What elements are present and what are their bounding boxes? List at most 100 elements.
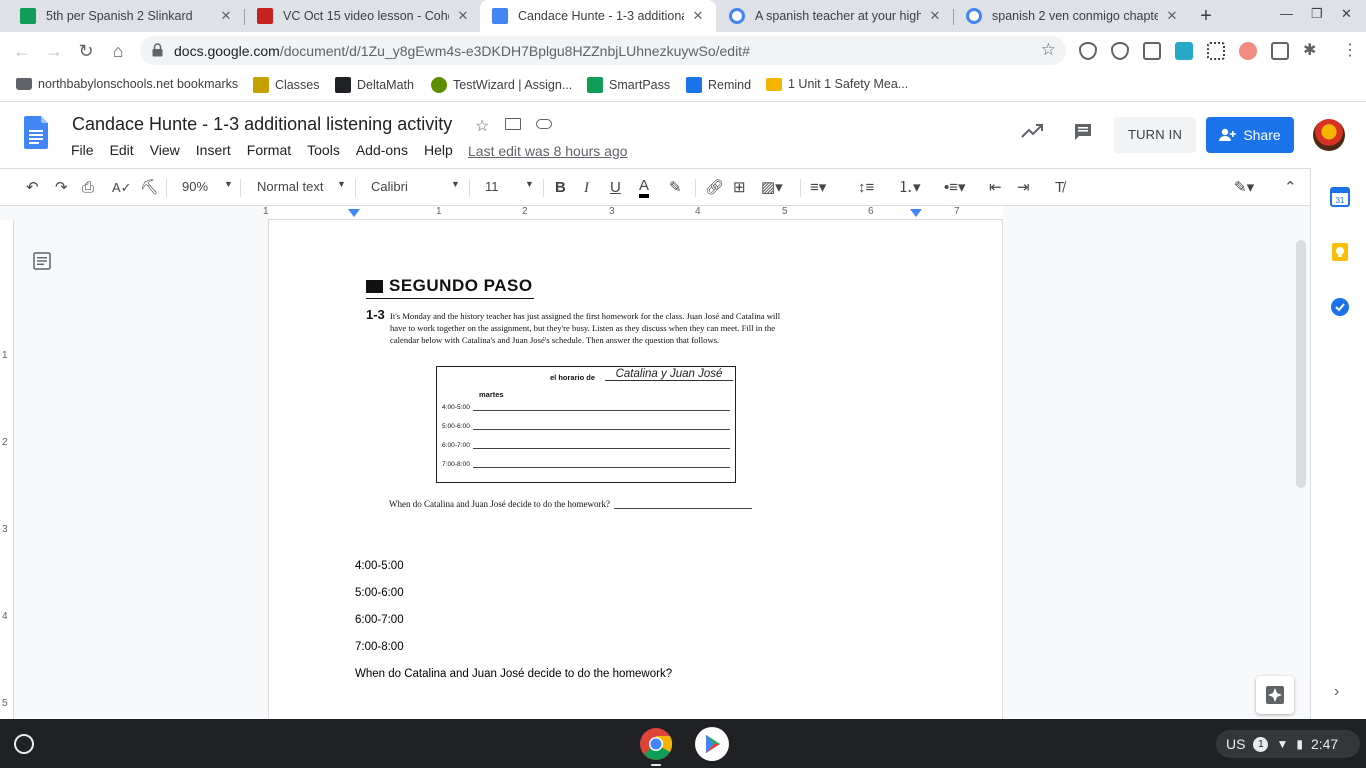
vertical-scrollbar[interactable] — [1296, 240, 1306, 488]
tab-search-teacher[interactable]: A spanish teacher at your high ✕ — [717, 0, 953, 32]
activity-trend-icon[interactable] — [1021, 124, 1043, 138]
close-window-icon[interactable]: ✕ — [1341, 6, 1352, 22]
browser-menu-icon[interactable]: ⋮ — [1342, 42, 1360, 60]
menu-edit[interactable]: Edit — [102, 142, 142, 158]
menu-help[interactable]: Help — [416, 142, 461, 158]
status-tray[interactable]: US 1 ▼ ▮ 2:47 — [1216, 730, 1360, 758]
keep-lightbulb-icon[interactable] — [1330, 242, 1350, 262]
chrome-icon[interactable] — [639, 727, 673, 761]
cast-icon[interactable] — [1143, 42, 1161, 60]
bookmark-classes[interactable]: Classes — [253, 77, 319, 93]
extension-cloud-icon[interactable] — [1175, 42, 1193, 60]
restore-icon[interactable]: ❐ — [1311, 6, 1323, 22]
last-edit-link[interactable]: Last edit was 8 hours ago — [468, 143, 628, 159]
left-indent-marker[interactable] — [348, 209, 360, 217]
share-button[interactable]: Share — [1206, 117, 1294, 153]
paragraph-style-select[interactable]: Normal text ▼ — [257, 179, 347, 194]
doc-line-question[interactable]: When do Catalina and Juan José decide to… — [355, 668, 672, 680]
line-spacing-icon[interactable]: ↕≡ — [858, 178, 874, 198]
bookmark-deltamath[interactable]: DeltaMath — [335, 77, 414, 93]
doc-line-slot-4[interactable]: 7:00-8:00 — [355, 641, 404, 653]
increase-indent-icon[interactable]: ⇥ — [1017, 178, 1030, 198]
clear-formatting-icon[interactable]: T̸ — [1055, 178, 1064, 198]
close-icon[interactable]: ✕ — [455, 8, 471, 24]
bookmark-folder-northbabylon[interactable]: northbabylonschools.net bookmarks — [16, 77, 238, 91]
play-store-icon[interactable] — [695, 727, 729, 761]
bookmark-star-icon[interactable]: ☆ — [1041, 40, 1056, 60]
menu-file[interactable]: File — [63, 142, 102, 158]
cloud-status-icon[interactable] — [536, 119, 552, 129]
doc-line-slot-1[interactable]: 4:00-5:00 — [355, 560, 404, 572]
print-icon[interactable]: ⎙ — [82, 178, 94, 198]
highlight-icon[interactable]: ✎ — [669, 178, 682, 198]
bookmark-safety[interactable]: 1 Unit 1 Safety Mea... — [766, 77, 908, 91]
close-icon[interactable]: ✕ — [690, 8, 706, 24]
document-title[interactable]: Candace Hunte - 1-3 additional listening… — [72, 114, 452, 135]
doc-line-slot-3[interactable]: 6:00-7:00 — [355, 614, 404, 626]
launcher-icon[interactable] — [14, 734, 34, 754]
underline-icon[interactable]: U — [610, 178, 621, 198]
font-select[interactable]: Calibri ▼ — [371, 179, 461, 194]
zoom-select[interactable]: 90% ▼ — [182, 179, 234, 194]
bookmark-smartpass[interactable]: SmartPass — [587, 77, 670, 93]
calendar-icon[interactable]: 31 — [1330, 187, 1350, 207]
paint-format-icon[interactable]: ⛏ — [140, 178, 159, 198]
collapse-chevron-up-icon[interactable]: ⌃ — [1284, 178, 1297, 198]
close-icon[interactable]: ✕ — [1164, 8, 1180, 24]
right-indent-marker[interactable] — [910, 209, 922, 217]
tab-video-lesson[interactable]: VC Oct 15 video lesson - Cohort ✕ — [245, 0, 481, 32]
back-icon[interactable]: ← — [11, 40, 33, 62]
account-avatar[interactable] — [1313, 119, 1345, 151]
undo-icon[interactable]: ↶ — [26, 178, 39, 198]
doc-line-slot-2[interactable]: 5:00-6:00 — [355, 587, 404, 599]
tab-docs-active[interactable]: Candace Hunte - 1-3 additional ✕ — [480, 0, 716, 32]
bold-icon[interactable]: B — [555, 178, 566, 198]
forward-icon[interactable]: → — [43, 40, 65, 62]
font-size-select[interactable]: 11 ▼ — [485, 179, 537, 194]
reload-icon[interactable]: ↻ — [75, 40, 97, 62]
star-icon[interactable]: ☆ — [475, 116, 489, 136]
close-icon[interactable]: ✕ — [218, 8, 234, 24]
bulleted-list-icon[interactable]: •≡▾ — [944, 178, 966, 198]
editing-mode-icon[interactable]: ✎▾ — [1234, 178, 1254, 198]
text-color-icon[interactable]: A — [639, 178, 650, 198]
menu-insert[interactable]: Insert — [188, 142, 239, 158]
turn-in-button[interactable]: TURN IN — [1114, 117, 1196, 153]
move-folder-icon[interactable] — [505, 118, 521, 130]
tab-search-ven-conmigo[interactable]: spanish 2 ven conmigo chapter ✕ — [954, 0, 1190, 32]
explore-button[interactable] — [1256, 676, 1294, 714]
puzzle-icon[interactable]: ✱ — [1303, 42, 1321, 60]
menu-format[interactable]: Format — [239, 142, 299, 158]
add-comment-icon[interactable]: ⊞ — [733, 178, 746, 198]
google-docs-logo-icon[interactable] — [24, 116, 48, 149]
bookmark-testwizard[interactable]: TestWizard | Assign... — [431, 77, 572, 93]
italic-icon[interactable]: I — [584, 178, 589, 198]
document-outline-icon[interactable] — [33, 252, 51, 270]
comment-icon[interactable] — [1073, 122, 1093, 142]
decrease-indent-icon[interactable]: ⇤ — [989, 178, 1002, 198]
tab-spanish-classroom[interactable]: 5th per Spanish 2 Slinkard ✕ — [8, 0, 244, 32]
align-icon[interactable]: ≡▾ — [810, 178, 826, 198]
worksheet-image[interactable]: SEGUNDO PASO 1-3 It's Monday and the his… — [366, 276, 786, 516]
minimize-icon[interactable]: — — [1280, 6, 1293, 21]
bookmark-remind[interactable]: Remind — [686, 77, 751, 93]
new-tab-button[interactable]: + — [1196, 3, 1216, 29]
expand-panel-chevron-icon[interactable]: › — [1334, 683, 1339, 701]
extension-shield-icon[interactable] — [1079, 42, 1097, 60]
address-bar[interactable]: docs.google.com/document/d/1Zu_y8gEwm4s-… — [140, 36, 1066, 65]
screencast-icon[interactable] — [1239, 42, 1257, 60]
menu-view[interactable]: View — [142, 142, 188, 158]
home-icon[interactable]: ⌂ — [107, 40, 129, 62]
menu-tools[interactable]: Tools — [299, 142, 348, 158]
qr-code-icon[interactable] — [1207, 42, 1225, 60]
tasks-icon[interactable] — [1330, 297, 1350, 317]
extension-grid-icon[interactable] — [1271, 42, 1289, 60]
menu-addons[interactable]: Add-ons — [348, 142, 416, 158]
link-icon[interactable]: 🔗︎ — [705, 178, 724, 198]
close-icon[interactable]: ✕ — [927, 8, 943, 24]
insert-image-icon[interactable]: ▨▾ — [761, 178, 783, 198]
redo-icon[interactable]: ↷ — [55, 178, 68, 198]
spellcheck-icon[interactable]: A✓ — [112, 178, 132, 198]
extension-shield-icon[interactable] — [1111, 42, 1129, 60]
numbered-list-icon[interactable]: ⒈▾ — [898, 178, 921, 198]
